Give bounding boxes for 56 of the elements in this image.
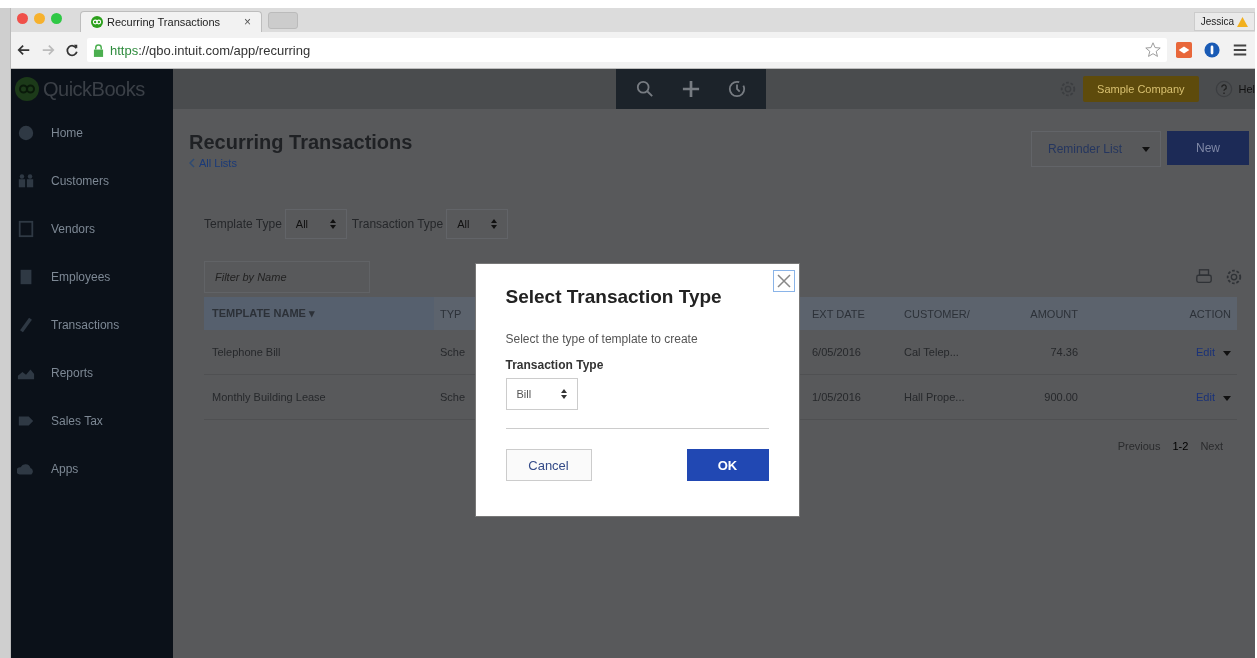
new-button[interactable]: New [1167,131,1249,165]
menu-icon[interactable] [1232,42,1248,58]
extension-icon[interactable] [1176,42,1192,58]
cancel-button[interactable]: Cancel [505,449,592,481]
sidebar-item[interactable]: Home [11,109,173,157]
search-field[interactable]: Filter by Name [204,261,370,293]
caret-icon[interactable] [1223,396,1231,401]
lock-icon [93,43,104,57]
sidebar-item[interactable]: Sales Tax [11,397,173,445]
logo-icon [15,77,39,101]
tab-close[interactable]: × [244,15,251,29]
profile-button[interactable]: Jessica [1193,12,1255,31]
page-title: Recurring Transactions [189,131,413,154]
url-text: https://qbo.intuit.com/app/recurring [110,42,311,58]
forward-arrow-icon[interactable] [41,43,55,57]
filter-select[interactable]: All [284,209,347,239]
sidebar-item[interactable]: Employees [11,253,173,301]
history-icon[interactable] [728,80,747,98]
caret-icon[interactable] [1223,351,1231,356]
dialog-description: Select the type of template to create [505,332,699,346]
transaction-type-select[interactable]: Bill [505,378,578,410]
minimize-dot[interactable] [34,13,45,24]
sidebar-item[interactable]: Vendors [11,205,173,253]
settings-icon[interactable] [1225,268,1243,286]
help-icon[interactable] [1214,80,1233,98]
close-dot[interactable] [17,13,28,24]
address-bar[interactable]: https://qbo.intuit.com/app/recurring [87,38,1167,62]
filter-select[interactable]: All [446,209,509,239]
plus-icon[interactable] [682,80,701,98]
up-down-icon [560,389,567,399]
printer-icon[interactable] [1195,268,1213,286]
sidebar-item[interactable]: Apps [11,445,173,493]
dialog-title: Select Transaction Type [505,286,722,308]
star-icon[interactable] [1145,42,1161,58]
tab-title: Recurring Transactions [107,16,222,28]
close-icon[interactable] [772,270,795,292]
company-button[interactable]: Sample Company [1083,76,1199,102]
sidebar-item[interactable]: Transactions [11,301,173,349]
up-down-icon [329,219,336,229]
sidebar-item[interactable]: Customers [11,157,173,205]
password-icon[interactable] [1204,42,1220,58]
field-label: Transaction Type [505,358,605,372]
back-arrow-icon[interactable] [17,43,31,57]
warning-icon [1237,16,1248,27]
search-icon[interactable] [636,80,655,98]
maximize-dot[interactable] [51,13,62,24]
page-range: 1-2 [1172,440,1189,452]
reload-icon[interactable] [65,43,79,57]
chevron-left-icon [189,158,195,168]
app-logo-icon [91,16,103,28]
people-icon [17,172,35,190]
ok-button[interactable]: OK [686,449,769,481]
browser-tab[interactable]: Recurring Transactions × [80,11,262,32]
sidebar-item[interactable]: Reports [11,349,173,397]
caret-icon [1142,146,1150,152]
up-down-icon [491,219,498,229]
